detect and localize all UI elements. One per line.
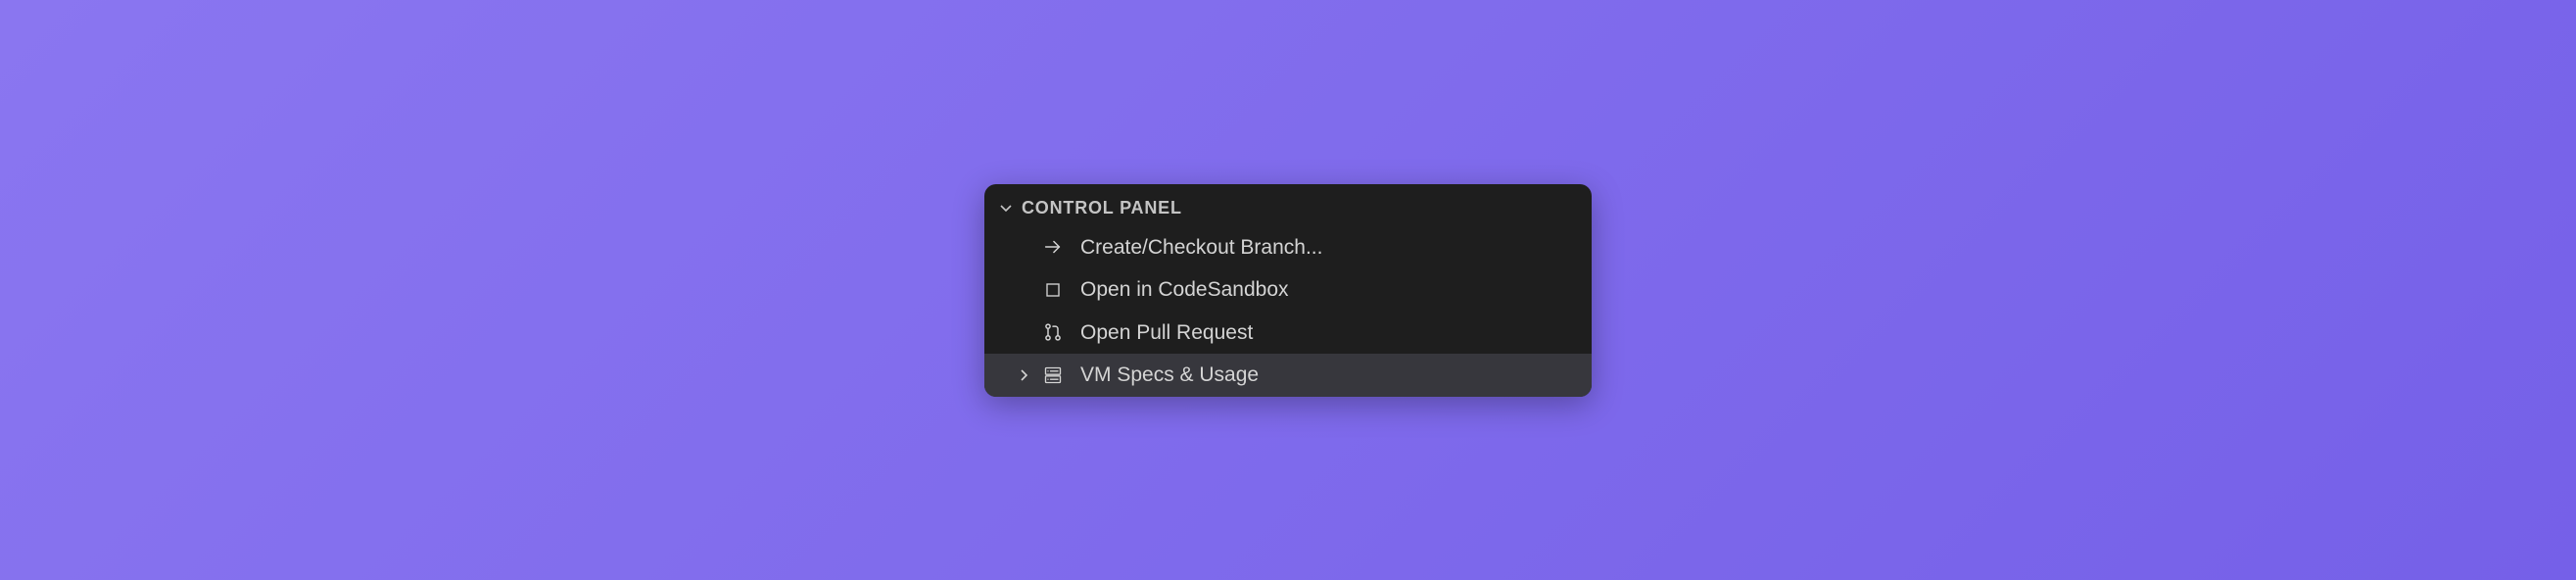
- item-label: Open in CodeSandbox: [1080, 274, 1289, 306]
- control-panel-item-open-codesandbox[interactable]: Open in CodeSandbox: [984, 268, 1592, 312]
- control-panel-header[interactable]: CONTROL PANEL: [984, 184, 1592, 226]
- item-label: VM Specs & Usage: [1080, 360, 1259, 391]
- control-panel: CONTROL PANEL Create/Checkout Branch... …: [984, 184, 1592, 397]
- server-icon: [1041, 365, 1065, 385]
- control-panel-title: CONTROL PANEL: [1022, 198, 1182, 218]
- git-pull-request-icon: [1041, 322, 1065, 342]
- control-panel-item-vm-specs[interactable]: VM Specs & Usage: [984, 354, 1592, 397]
- chevron-down-icon: [998, 200, 1014, 216]
- item-label: Create/Checkout Branch...: [1080, 232, 1322, 264]
- square-icon: [1041, 281, 1065, 299]
- chevron-right-icon: [1016, 367, 1031, 383]
- arrow-right-icon: [1041, 236, 1065, 258]
- control-panel-item-create-branch[interactable]: Create/Checkout Branch...: [984, 226, 1592, 269]
- item-label: Open Pull Request: [1080, 317, 1253, 349]
- control-panel-item-open-pr[interactable]: Open Pull Request: [984, 312, 1592, 355]
